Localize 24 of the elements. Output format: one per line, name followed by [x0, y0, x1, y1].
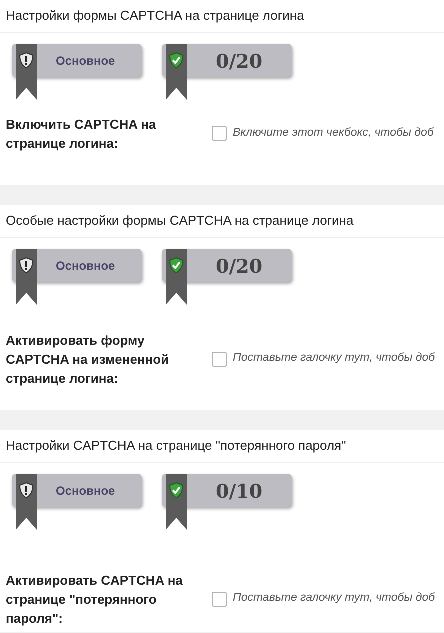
- option-hint: Поставьте галочку тут, чтобы доб: [233, 591, 436, 606]
- shield-icon: [19, 482, 34, 498]
- count-label: 0/20: [216, 50, 263, 74]
- section-title: Настройки формы CAPTCHA на странице логина: [0, 0, 444, 32]
- level-label: Основное: [56, 258, 116, 274]
- section-title: Особые настройки формы CAPTCHA на странице логина: [0, 205, 444, 238]
- option-hint: Включите этот чекбокс, чтобы доб: [233, 126, 434, 141]
- option-label: Активировать форму CAPTCHA на измененной странице логина:: [5, 332, 170, 388]
- checkbox[interactable]: [212, 352, 227, 366]
- shield-check-icon: [169, 256, 184, 274]
- level-label: Основное: [56, 482, 116, 500]
- checkbox[interactable]: [212, 592, 227, 606]
- shield-check-icon: [169, 52, 184, 68]
- level-label: Основное: [56, 52, 116, 70]
- shield-icon: [19, 256, 34, 274]
- option-hint: Поставьте галочку тут, чтобы доб: [233, 351, 436, 366]
- section-title: Настройки CAPTCHA на странице "потерянного пароля": [0, 430, 444, 462]
- count-label: 0/20: [216, 254, 263, 280]
- count-label: 0/10: [216, 480, 263, 504]
- shield-check-icon: [169, 482, 184, 498]
- shield-icon: [19, 52, 34, 68]
- option-label: Включить CAPTCHA на странице логина:: [5, 116, 158, 152]
- checkbox[interactable]: [212, 126, 227, 141]
- option-label: Активировать CAPTCHA на странице "потерянного пароля":: [5, 572, 184, 628]
